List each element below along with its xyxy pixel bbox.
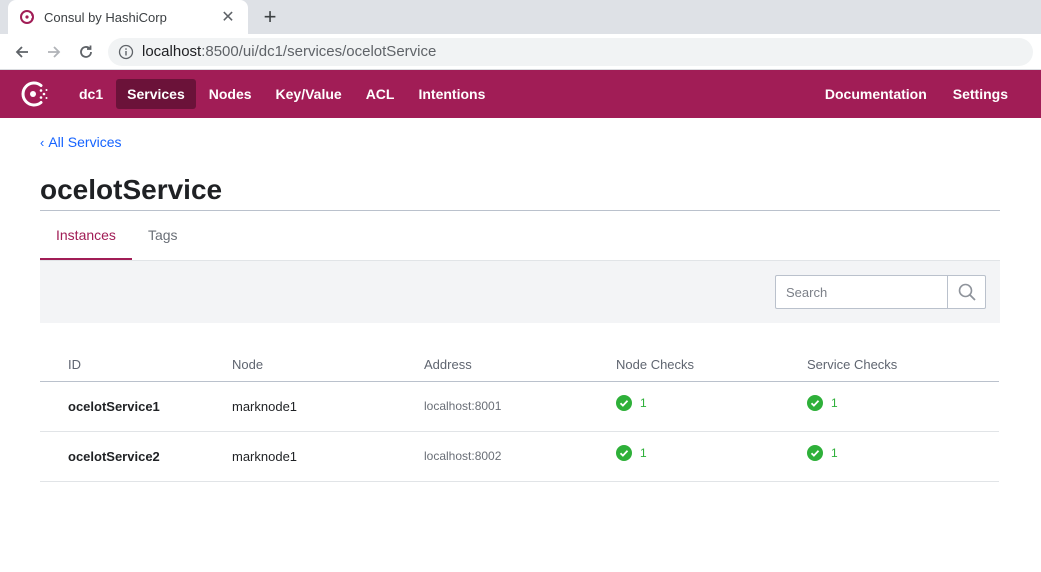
instance-node: marknode1 — [232, 431, 424, 482]
filter-bar — [40, 261, 1000, 323]
node-checks-count: 1 — [640, 396, 647, 410]
breadcrumb-all-services[interactable]: All Services — [48, 134, 121, 150]
close-tab-icon[interactable]: ✕ — [220, 7, 236, 27]
service-tabs: Instances Tags — [40, 211, 1000, 261]
service-checks-cell: 1 — [807, 431, 999, 482]
service-checks-cell: 1 — [807, 381, 999, 432]
forward-icon[interactable] — [40, 38, 68, 66]
node-checks-cell: 1 — [616, 381, 807, 432]
nav-settings[interactable]: Settings — [942, 79, 1019, 109]
chevron-left-icon: ‹ — [40, 134, 45, 150]
search-icon[interactable] — [947, 276, 985, 308]
nav-key-value[interactable]: Key/Value — [265, 79, 353, 109]
nav-documentation[interactable]: Documentation — [814, 79, 938, 109]
main-nav: dc1 Services Nodes Key/Value ACL Intenti… — [0, 70, 1041, 118]
check-passing-icon — [807, 445, 823, 461]
table-row[interactable]: ocelotService1 marknode1 localhost:8001 … — [40, 381, 999, 432]
url-field[interactable]: localhost:8500/ui/dc1/services/ocelotSer… — [108, 37, 1033, 66]
search-input[interactable] — [776, 276, 947, 308]
instance-id[interactable]: ocelotService1 — [40, 381, 232, 432]
tab-instances[interactable]: Instances — [40, 211, 132, 260]
breadcrumb[interactable]: ‹ All Services — [40, 134, 1000, 150]
header-node[interactable]: Node — [232, 347, 424, 382]
node-checks-cell: 1 — [616, 431, 807, 482]
header-id[interactable]: ID — [40, 347, 232, 382]
address-bar: localhost:8500/ui/dc1/services/ocelotSer… — [0, 34, 1041, 70]
browser-tab[interactable]: Consul by HashiCorp ✕ — [8, 0, 248, 34]
info-icon[interactable] — [118, 44, 134, 60]
tab-tags[interactable]: Tags — [132, 211, 194, 260]
browser-tab-strip: Consul by HashiCorp ✕ + — [0, 0, 1041, 34]
table-row[interactable]: ocelotService2 marknode1 localhost:8002 … — [40, 431, 999, 482]
consul-favicon-icon — [20, 10, 34, 24]
check-passing-icon — [616, 395, 632, 411]
url-host: localhost — [142, 43, 202, 60]
nav-services[interactable]: Services — [116, 79, 196, 109]
instances-table: ID Node Address Node Checks Service Chec… — [40, 347, 999, 482]
check-passing-icon — [616, 445, 632, 461]
instance-node: marknode1 — [232, 381, 424, 432]
service-checks-count: 1 — [831, 396, 838, 410]
table-header-row: ID Node Address Node Checks Service Chec… — [40, 347, 999, 382]
nav-nodes[interactable]: Nodes — [198, 79, 263, 109]
check-passing-icon — [807, 395, 823, 411]
consul-logo-icon[interactable] — [20, 79, 50, 109]
nav-intentions[interactable]: Intentions — [407, 79, 496, 109]
browser-tab-title: Consul by HashiCorp — [44, 9, 167, 25]
page-content: ‹ All Services ocelotService Instances T… — [0, 134, 1041, 482]
instance-address: localhost:8001 — [424, 381, 616, 432]
service-checks-count: 1 — [831, 446, 838, 460]
node-checks-count: 1 — [640, 446, 647, 460]
datacenter-selector[interactable]: dc1 — [68, 79, 114, 109]
back-icon[interactable] — [8, 38, 36, 66]
search-box — [775, 275, 986, 309]
url-text: localhost:8500/ui/dc1/services/ocelotSer… — [142, 43, 436, 60]
nav-acl[interactable]: ACL — [355, 79, 406, 109]
instance-id[interactable]: ocelotService2 — [40, 431, 232, 482]
new-tab-icon[interactable]: + — [258, 4, 282, 30]
page-title: ocelotService — [40, 174, 223, 205]
header-service-checks[interactable]: Service Checks — [807, 347, 999, 382]
url-path: :8500/ui/dc1/services/ocelotService — [201, 43, 437, 60]
nav-right: Documentation Settings — [812, 79, 1021, 109]
header-node-checks[interactable]: Node Checks — [616, 347, 807, 382]
reload-icon[interactable] — [72, 38, 100, 66]
header-address[interactable]: Address — [424, 347, 616, 382]
instance-address: localhost:8002 — [424, 431, 616, 482]
